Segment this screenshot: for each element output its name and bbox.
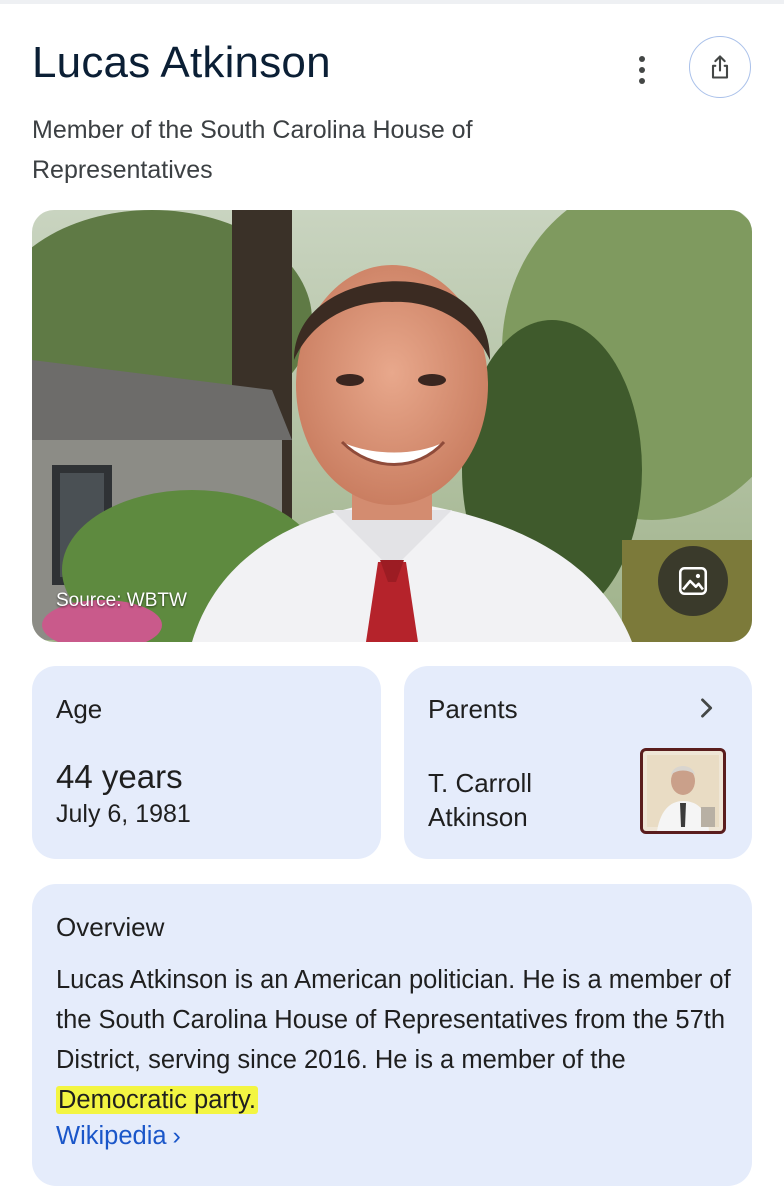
age-card: Age 44 years July 6, 1981 [32,666,381,859]
age-value: 44 years [56,758,183,795]
overview-card: Overview Lucas Atkinson is an American p… [32,884,752,1186]
wikipedia-link-label: Wikipedia [56,1122,167,1150]
chevron-right-icon: › [172,1122,181,1150]
top-divider [0,0,784,4]
overview-text: Lucas Atkinson is an American politician… [56,960,732,1120]
portrait-image [32,210,752,642]
chevron-right-icon [701,698,713,718]
wikipedia-link[interactable]: Wikipedia › [56,1122,181,1151]
highlighted-party: Democratic party. [56,1086,258,1114]
profile-photo[interactable]: Source: WBTW [32,210,752,642]
parent-name[interactable]: T. Carroll Atkinson [428,766,608,834]
page-title: Lucas Atkinson [32,38,331,87]
share-icon [711,55,729,79]
parent-name-line2: Atkinson [428,802,528,832]
parents-card[interactable]: Parents T. Carroll Atkinson [404,666,752,859]
view-images-button[interactable] [658,546,728,616]
more-vert-icon [639,56,645,62]
knowledge-panel: Lucas Atkinson Member of the South Carol… [0,0,784,1200]
image-source-label: Source: WBTW [56,590,187,611]
parents-label: Parents [428,694,518,724]
overview-body: Lucas Atkinson is an American politician… [56,966,731,1074]
age-label: Age [56,694,103,724]
parent-name-line1: T. Carroll [428,768,533,798]
share-button[interactable] [689,36,751,98]
page-subtitle: Member of the South Carolina House of Re… [32,116,473,184]
birth-date: July 6, 1981 [56,800,191,828]
overview-label: Overview [56,912,165,942]
parent-thumbnail[interactable] [640,748,726,834]
parent-photo [643,751,723,831]
image-icon [678,566,708,596]
more-options-button[interactable] [624,50,660,90]
